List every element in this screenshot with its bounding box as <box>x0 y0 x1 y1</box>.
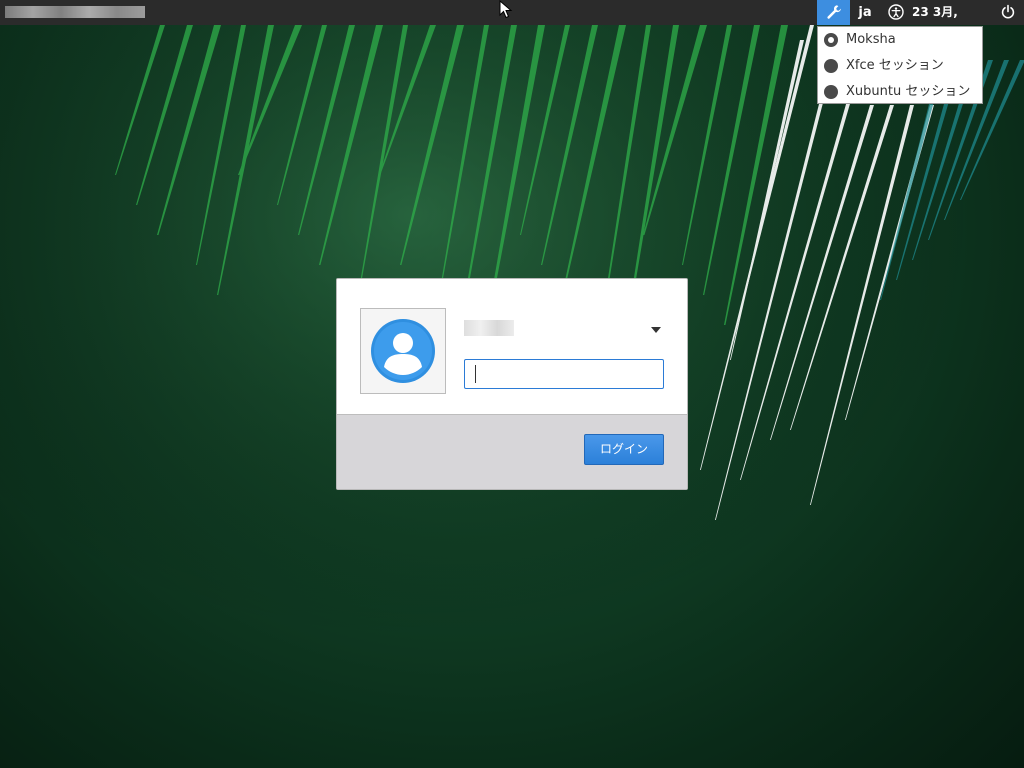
session-item-xfce[interactable]: Xfce セッション <box>818 53 982 79</box>
hostname-label <box>5 6 145 18</box>
login-button[interactable]: ログイン <box>584 434 664 465</box>
dialog-user-section <box>337 279 687 415</box>
wrench-icon <box>826 5 841 19</box>
password-field[interactable] <box>464 359 664 389</box>
desktop: ja 23 3月, 18:51 Moksha Xfce セッション <box>0 0 1024 768</box>
user-avatar-icon <box>371 319 435 383</box>
radio-unselected-icon <box>824 85 838 99</box>
avatar-frame <box>360 308 446 394</box>
power-icon <box>1001 4 1015 19</box>
top-panel: ja 23 3月, 18:51 <box>0 0 1024 44</box>
mouse-pointer-icon <box>499 0 513 19</box>
text-cursor <box>475 365 476 383</box>
username-label <box>464 320 514 336</box>
login-dialog: ログイン <box>336 278 688 490</box>
session-item-label: Xubuntu セッション <box>846 84 971 99</box>
session-item-moksha[interactable]: Moksha <box>818 27 982 53</box>
session-menu: Moksha Xfce セッション Xubuntu セッション <box>817 26 983 104</box>
session-item-xubuntu[interactable]: Xubuntu セッション <box>818 79 982 105</box>
triangle-down-icon[interactable] <box>649 325 663 335</box>
power-button[interactable] <box>996 0 1020 25</box>
accessibility-button[interactable] <box>884 0 908 25</box>
session-item-label: Moksha <box>846 32 896 47</box>
clock[interactable]: 23 3月, 18:51 <box>912 0 992 44</box>
radio-selected-icon <box>824 33 838 47</box>
language-button[interactable]: ja <box>852 0 878 25</box>
session-item-label: Xfce セッション <box>846 58 944 73</box>
accessibility-icon <box>888 4 904 20</box>
session-menu-button[interactable] <box>817 0 850 25</box>
radio-unselected-icon <box>824 59 838 73</box>
